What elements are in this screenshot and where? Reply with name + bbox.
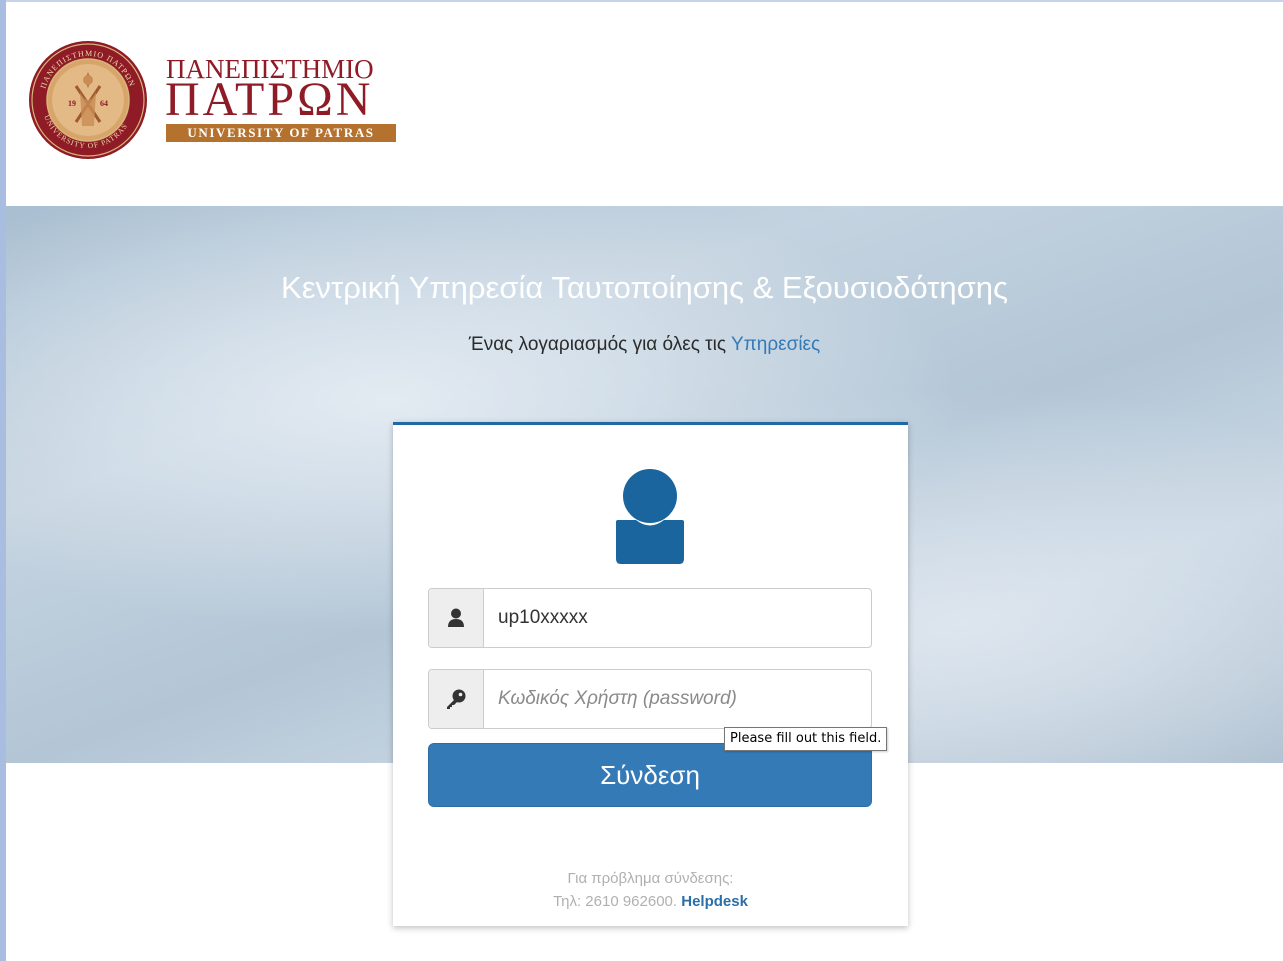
help-line-1: Για πρόβλημα σύνδεσης: [567, 870, 734, 887]
university-seal-icon: 19 64 ΠΑΝΕΠΙΣΤΗΜΙΟ ΠΑΤΡΩΝ UNIVERSITY OF … [29, 41, 147, 159]
login-button[interactable]: Σύνδεση [428, 743, 872, 807]
wordmark-line-3: UNIVERSITY OF PATRAS [166, 124, 396, 142]
login-card: Σύνδεση Please fill out this field. Για … [393, 422, 908, 926]
page-subtitle: Ένας λογαριασμός για όλες τις Υπηρεσίες [6, 334, 1283, 356]
validation-tooltip: Please fill out this field. [724, 727, 888, 751]
username-group [428, 588, 872, 648]
password-group [428, 669, 872, 729]
help-text: Για πρόβλημα σύνδεσης: Τηλ: 2610 962600.… [393, 867, 908, 913]
wordmark-line-2: ΠΑΤΡΩΝ [165, 73, 374, 126]
page-title: Κεντρική Υπηρεσία Ταυτοποίησης & Εξουσιο… [281, 270, 1008, 305]
services-link[interactable]: Υπηρεσίες [731, 334, 820, 355]
login-page: 19 64 ΠΑΝΕΠΙΣΤΗΜΙΟ ΠΑΤΡΩΝ UNIVERSITY OF … [0, 0, 1283, 961]
username-input[interactable] [484, 589, 871, 647]
university-wordmark: ΠΑΝΕΠΙΣΤΗΜΙΟ ΠΑΤΡΩΝ UNIVERSITY OF PATRAS [165, 54, 398, 144]
password-input[interactable] [484, 670, 871, 728]
user-icon [448, 608, 464, 627]
password-addon [429, 670, 484, 728]
helpdesk-link[interactable]: Helpdesk [681, 893, 748, 910]
username-addon [429, 589, 484, 647]
seal-year-right: 64 [100, 99, 108, 108]
key-icon [447, 689, 466, 709]
help-line-2: Τηλ: 2610 962600. Helpdesk [393, 890, 908, 913]
help-phone: Τηλ: 2610 962600. [553, 893, 682, 910]
header: 19 64 ΠΑΝΕΠΙΣΤΗΜΙΟ ΠΑΤΡΩΝ UNIVERSITY OF … [6, 2, 1283, 206]
subtitle-text: Ένας λογαριασμός για όλες τις [468, 334, 731, 355]
avatar-icon [616, 469, 684, 564]
seal-year-left: 19 [68, 99, 76, 108]
